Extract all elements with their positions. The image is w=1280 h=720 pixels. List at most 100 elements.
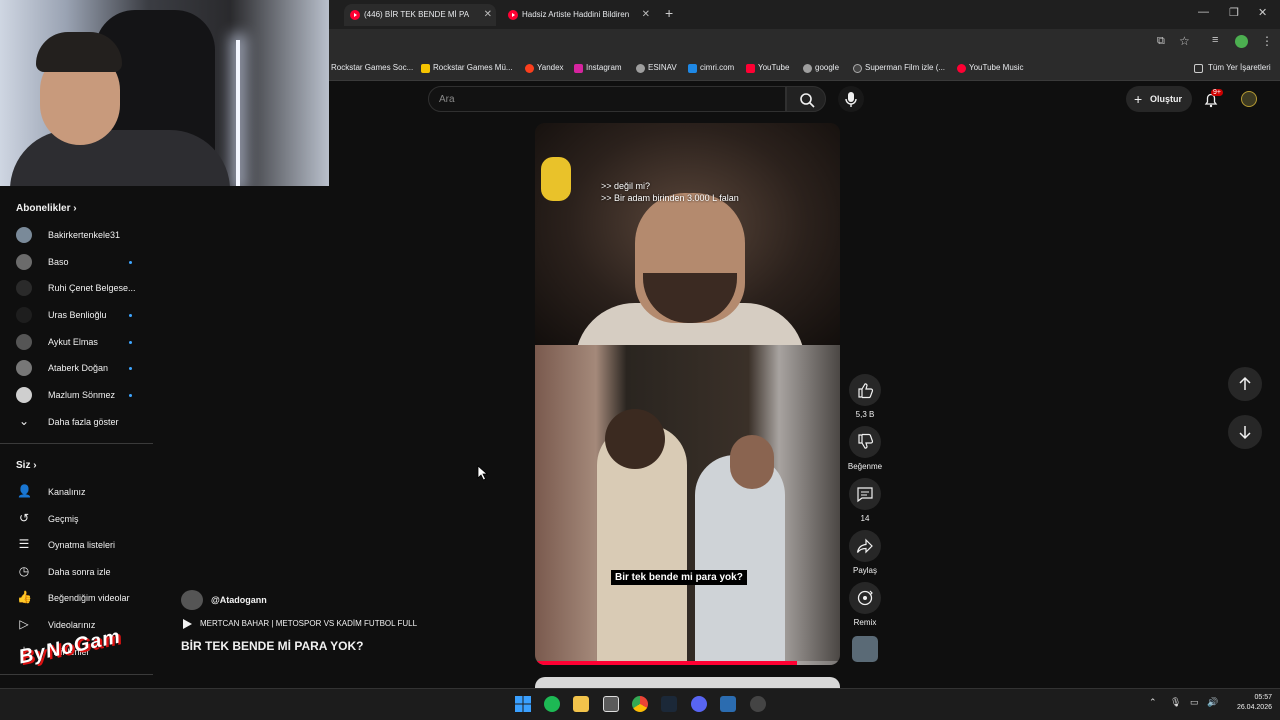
microphone-tray-icon[interactable]: 🎙 (1170, 697, 1181, 708)
pikachu-figure (541, 157, 571, 201)
network-icon[interactable]: ▭ (1190, 697, 1199, 708)
channel-icon: 👤 (17, 484, 32, 498)
new-tab-icon[interactable]: + (665, 5, 673, 21)
arrow-up-icon (1239, 376, 1251, 390)
browser-menu-icon[interactable]: ⋮ (1261, 34, 1273, 48)
remix-icon (857, 590, 873, 606)
battlenet-icon[interactable] (720, 696, 736, 712)
create-button[interactable]: + Oluştur (1126, 86, 1192, 112)
sidebar-item-playlists[interactable]: ☰ Oynatma listeleri (16, 535, 136, 555)
search-input[interactable] (439, 87, 769, 111)
voice-search-button[interactable] (838, 86, 864, 112)
avatar (16, 334, 32, 350)
system-clock[interactable]: 05:57 26.04.2026 (1222, 693, 1272, 713)
show-more-button[interactable]: ⌄ Daha fazla göster (16, 412, 136, 432)
like-button[interactable] (849, 374, 881, 406)
new-content-dot (129, 341, 132, 344)
sidebar-item-liked-videos[interactable]: 👍 Beğendiğim videolar (16, 588, 136, 608)
subscription-item[interactable]: Aykut Elmas (16, 332, 136, 352)
sound-thumbnail[interactable] (852, 636, 878, 662)
spotify-icon[interactable] (544, 696, 560, 712)
avatar (16, 280, 32, 296)
you-header[interactable]: Siz › (16, 460, 37, 471)
close-tab-icon[interactable]: ✕ (642, 4, 650, 26)
volume-icon[interactable]: 🔊 (1207, 697, 1218, 708)
window-close-icon[interactable]: ✕ (1258, 6, 1267, 19)
comments-button[interactable] (849, 478, 881, 510)
discord-icon[interactable] (691, 696, 707, 712)
bookmark-star-icon[interactable]: ☆ (1179, 34, 1190, 48)
bookmark-item[interactable]: YouTube (746, 61, 789, 75)
previous-video-button[interactable] (1228, 367, 1262, 401)
dislike-button[interactable] (849, 426, 881, 458)
all-bookmarks-folder[interactable]: Tüm Yer İşaretleri (1194, 61, 1271, 75)
notification-badge: 9+ (1211, 89, 1223, 96)
close-tab-icon[interactable]: ✕ (484, 4, 492, 26)
notifications-button[interactable]: 9+ (1202, 89, 1223, 109)
sidebar-item-history[interactable]: ↺ Geçmiş (16, 509, 136, 529)
next-video-button[interactable] (1228, 415, 1262, 449)
music-link[interactable]: MERTCAN BAHAR | METOSPOR VS KADİM FUTBOL… (183, 618, 417, 630)
remix-button[interactable] (849, 582, 881, 614)
dislike-label: Beğenme (847, 462, 883, 471)
tab-title: (446) BİR TEK BENDE Mİ PA (364, 10, 470, 19)
subscription-item[interactable]: Bakirkertenkele31 (16, 225, 136, 245)
playlists-icon: ☰ (18, 537, 30, 551)
tab-inactive[interactable]: Hadsiz Artiste Haddini Bildiren ✕ (502, 4, 654, 26)
bookmark-item[interactable]: Instagram (574, 61, 622, 75)
windows-start-icon[interactable] (515, 696, 531, 712)
bookmark-item[interactable]: google (803, 61, 839, 75)
install-app-icon[interactable]: ⧉ (1157, 35, 1165, 48)
bookmark-item[interactable]: Rockstar Games Soc... (331, 61, 413, 75)
comment-icon (857, 487, 873, 503)
sidebar-item-channel[interactable]: 👤 Kanalınız (16, 482, 136, 502)
video-caption-line1: >> değil mi? (601, 181, 651, 191)
video-progress-bar[interactable] (535, 661, 840, 665)
subscriptions-header[interactable]: Abonelikler › (16, 203, 77, 214)
media-control-icon[interactable]: ≡ (1212, 34, 1218, 46)
play-icon (183, 619, 192, 629)
file-explorer-icon[interactable] (573, 696, 589, 712)
subscription-item[interactable]: Uras Benlioğlu (16, 305, 136, 325)
webcam-light (236, 40, 240, 186)
avatar (16, 227, 32, 243)
channel-link[interactable]: @Atadogann (181, 590, 267, 610)
bookmark-item[interactable]: cimri.com (688, 61, 734, 75)
video-person-right (695, 455, 785, 665)
account-avatar[interactable] (1241, 91, 1257, 107)
maximize-icon[interactable]: ❐ (1229, 6, 1239, 19)
tray-chevron-up-icon[interactable]: ⌃ (1149, 697, 1157, 708)
subscription-item[interactable]: Baso (16, 252, 136, 272)
subscription-item[interactable]: Ataberk Doğan (16, 358, 136, 378)
bookmark-item[interactable]: ESINAV (636, 61, 677, 75)
store-icon[interactable] (603, 696, 619, 712)
sidebar-item-watch-later[interactable]: ◷ Daha sonra izle (16, 562, 136, 582)
subscription-item[interactable]: Ruhi Çenet Belgese... (16, 278, 136, 298)
video-caption-line2: >> Bir adam birinden 3.000 L falan (601, 193, 739, 203)
bookmark-item[interactable]: Superman Film izle (... (853, 61, 945, 75)
obs-icon[interactable] (750, 696, 766, 712)
search-button[interactable] (786, 86, 826, 112)
profile-avatar[interactable] (1235, 35, 1248, 48)
new-content-dot (129, 394, 132, 397)
shorts-video-player[interactable]: >> değil mi? >> Bir adam birinden 3.000 … (535, 123, 840, 665)
webcam-overlay (0, 0, 329, 186)
video-person-right-head (730, 435, 774, 489)
tab-active[interactable]: (446) BİR TEK BENDE Mİ PA ✕ (344, 4, 496, 26)
new-content-dot (129, 314, 132, 317)
bookmark-item[interactable]: YouTube Music (957, 61, 1024, 75)
video-bottom-frame (535, 345, 840, 665)
share-arrow-icon (856, 538, 873, 554)
youtube-favicon-icon (508, 10, 518, 20)
subscription-item[interactable]: Mazlum Sönmez (16, 385, 136, 405)
next-video-preview[interactable] (535, 677, 840, 688)
chevron-right-icon: › (33, 460, 37, 471)
share-button[interactable] (849, 530, 881, 562)
bookmark-item[interactable]: Rockstar Games Mü... (421, 61, 513, 75)
video-person-left-head (605, 409, 665, 469)
minimize-icon[interactable]: — (1198, 6, 1209, 18)
steam-icon[interactable] (661, 696, 677, 712)
arrow-down-icon (1239, 426, 1251, 440)
bookmark-item[interactable]: Yandex (525, 61, 564, 75)
chrome-icon[interactable] (632, 696, 648, 712)
